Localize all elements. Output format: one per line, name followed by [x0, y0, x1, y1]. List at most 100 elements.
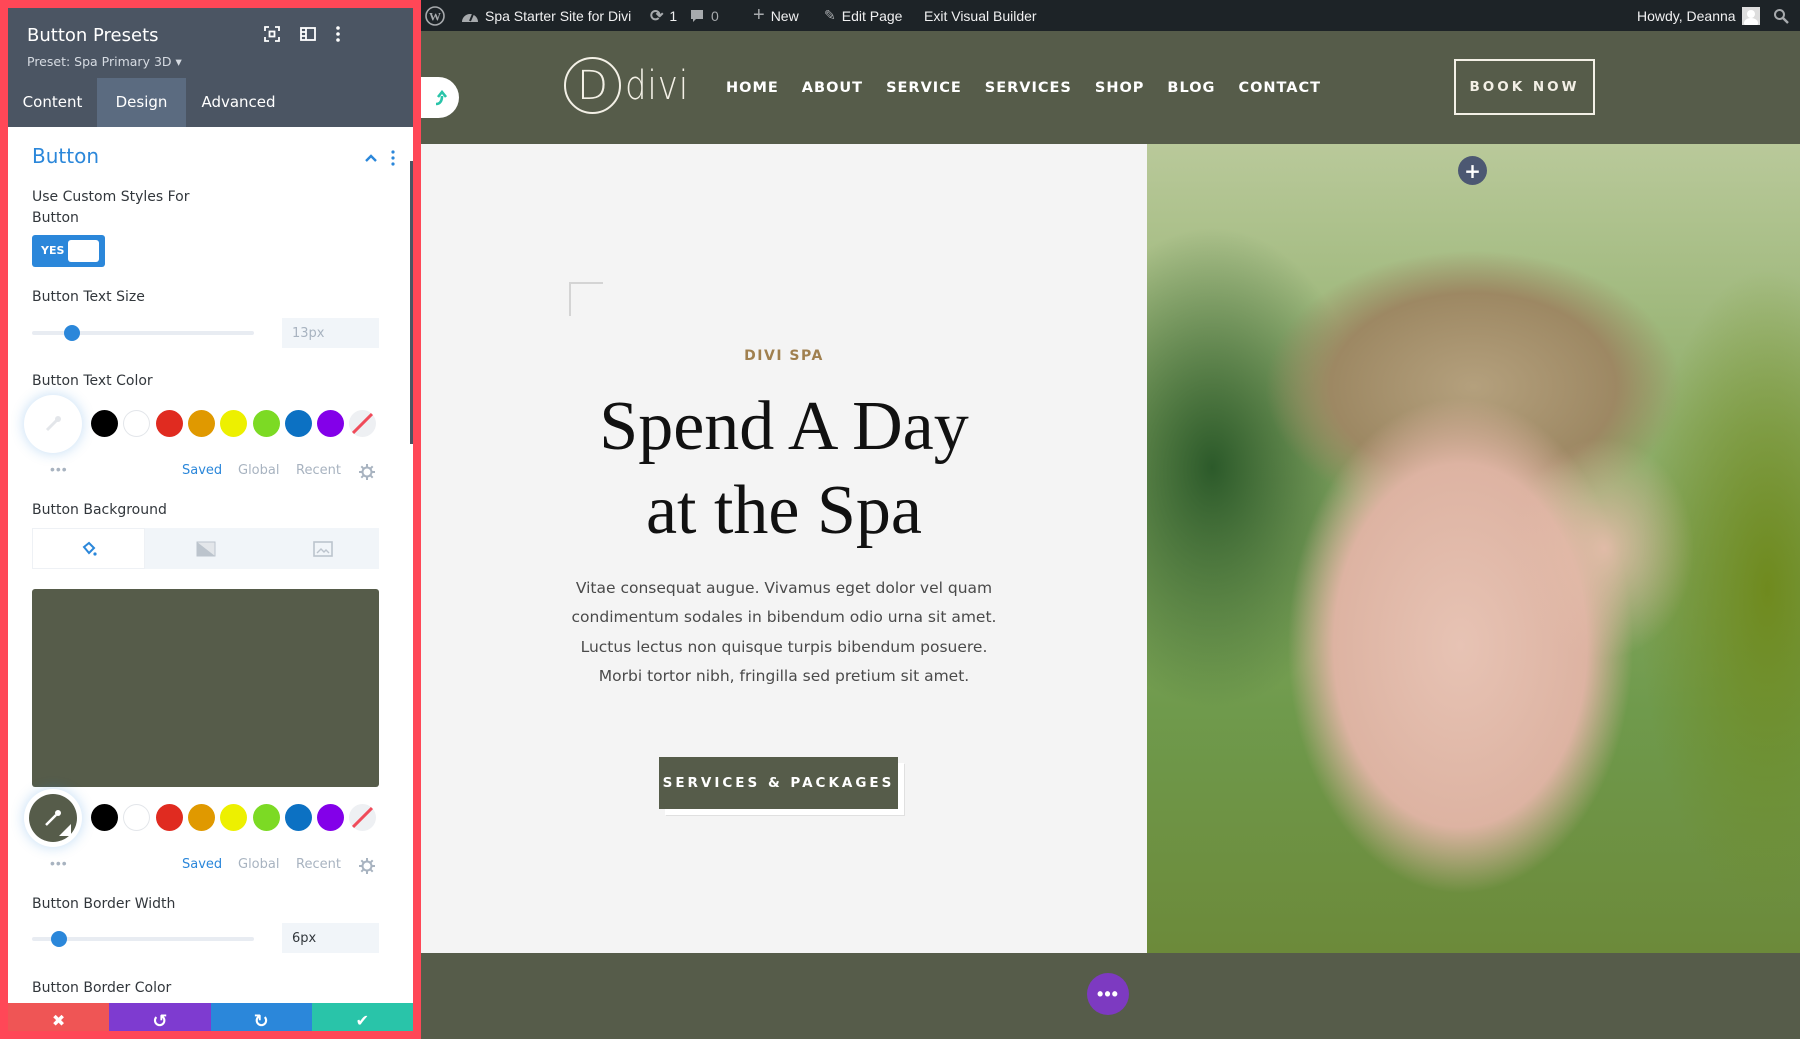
nav-about[interactable]: ABOUT — [802, 80, 863, 96]
toggle-yes-label: YES — [41, 244, 65, 257]
color-swatch[interactable] — [284, 804, 312, 831]
nav-blog[interactable]: BLOG — [1167, 80, 1215, 96]
nav-contact[interactable]: CONTACT — [1238, 80, 1321, 96]
border-width-input[interactable] — [282, 923, 379, 953]
palette-tab-saved[interactable]: Saved — [182, 857, 222, 872]
color-swatch[interactable] — [284, 410, 312, 437]
palette-tab-global[interactable]: Global — [238, 463, 279, 478]
caret-down-icon: ▾ — [175, 54, 182, 69]
section-menu-icon[interactable] — [390, 149, 396, 167]
more-options-icon[interactable] — [328, 24, 348, 44]
toggle-knob — [68, 240, 99, 262]
gradient-icon — [196, 541, 215, 556]
color-swatch[interactable] — [91, 804, 118, 831]
color-swatch[interactable] — [252, 804, 280, 831]
color-swatch[interactable] — [91, 410, 118, 437]
builder-more-button[interactable]: ••• — [1087, 973, 1129, 1015]
border-width-slider-handle[interactable] — [51, 931, 67, 947]
border-width-label: Button Border Width — [32, 896, 176, 912]
panel-scrollbar[interactable] — [410, 161, 413, 444]
redo-icon: ↻ — [253, 1010, 269, 1031]
account-menu[interactable]: Howdy, Deanna — [1637, 0, 1760, 31]
palette-tab-recent[interactable]: Recent — [296, 463, 341, 478]
color-swatch[interactable] — [317, 804, 345, 831]
book-now-button[interactable]: BOOK NOW — [1454, 59, 1595, 115]
comments-link[interactable]: 0 — [689, 0, 719, 31]
chevron-up-icon[interactable] — [364, 151, 378, 165]
color-swatch[interactable] — [123, 410, 151, 437]
panel-tabs: Content Design Advanced — [8, 78, 413, 127]
swatch-transparent[interactable] — [349, 804, 377, 831]
wordpress-icon: W — [425, 5, 445, 26]
avatar — [1741, 6, 1760, 25]
panel-title: Button Presets — [27, 25, 159, 46]
site-logo[interactable]: D divi — [564, 57, 700, 114]
updates-count: 1 — [669, 7, 678, 24]
nav-service[interactable]: SERVICE — [886, 80, 962, 96]
text-size-label: Button Text Size — [32, 289, 145, 305]
comment-icon — [691, 9, 703, 22]
color-swatch[interactable] — [220, 804, 248, 831]
services-packages-button[interactable]: SERVICES & PACKAGES — [659, 757, 898, 809]
site-name-link[interactable]: Spa Starter Site for Divi — [461, 0, 631, 31]
color-swatch[interactable] — [220, 410, 248, 437]
tab-content[interactable]: Content — [8, 78, 97, 127]
color-swatch[interactable] — [187, 804, 215, 831]
redo-button[interactable]: ↻ — [210, 1003, 312, 1031]
custom-styles-toggle[interactable]: YES — [32, 235, 105, 267]
text-size-input[interactable] — [282, 318, 379, 348]
border-color-label: Button Border Color — [32, 980, 172, 996]
bg-tab-color[interactable] — [32, 528, 145, 569]
color-swatch[interactable] — [187, 410, 215, 437]
new-label: New — [770, 7, 799, 24]
hero-body: Vitae consequat augue. Vivamus eget dolo… — [571, 579, 997, 685]
swatch-transparent[interactable] — [349, 410, 377, 437]
preset-dropdown[interactable]: Preset: Spa Primary 3D ▾ — [27, 54, 182, 69]
add-module-button[interactable]: + — [1458, 156, 1487, 185]
exit-builder-label: Exit Visual Builder — [924, 7, 1037, 24]
search-button[interactable] — [1773, 0, 1789, 31]
arrow-turn-icon — [435, 89, 447, 105]
exit-visual-builder-link[interactable]: Exit Visual Builder — [924, 0, 1037, 31]
hero-headline-line1: Spend A Day — [599, 388, 969, 465]
tab-advanced[interactable]: Advanced — [186, 78, 291, 127]
bg-tab-gradient[interactable] — [149, 528, 262, 569]
background-label: Button Background — [32, 502, 167, 518]
logo-wordmark: divi — [625, 62, 690, 109]
palette-tab-saved[interactable]: Saved — [182, 463, 222, 478]
color-swatch[interactable] — [155, 804, 183, 831]
section-title[interactable]: Button — [32, 144, 99, 168]
palette-settings-icon[interactable] — [359, 858, 375, 874]
hero-eyebrow: DIVI SPA — [744, 348, 824, 364]
background-color-picker[interactable] — [29, 794, 77, 842]
color-swatch[interactable] — [252, 410, 280, 437]
nav-services[interactable]: SERVICES — [985, 80, 1072, 96]
tab-design[interactable]: Design — [97, 78, 186, 127]
new-content-link[interactable]: + New — [753, 0, 799, 31]
color-swatch[interactable] — [155, 410, 183, 437]
background-color-more[interactable]: ••• — [50, 855, 68, 871]
text-size-slider-handle[interactable] — [64, 325, 80, 341]
color-swatch[interactable] — [317, 410, 345, 437]
nav-home[interactable]: HOME — [726, 80, 779, 96]
save-button[interactable]: ✔ — [311, 1003, 413, 1031]
split-view-icon[interactable] — [298, 24, 318, 44]
palette-tab-recent[interactable]: Recent — [296, 857, 341, 872]
nav-shop[interactable]: SHOP — [1095, 80, 1145, 96]
palette-tab-global[interactable]: Global — [238, 857, 279, 872]
comments-count: 0 — [711, 7, 719, 24]
background-color-preview[interactable] — [32, 589, 379, 787]
bg-tab-image[interactable] — [266, 528, 379, 569]
wp-logo-button[interactable]: W — [425, 0, 445, 31]
edit-page-link[interactable]: ✎ Edit Page — [824, 0, 902, 31]
text-color-more[interactable]: ••• — [50, 461, 68, 477]
main-nav: HOME ABOUT SERVICE SERVICES SHOP BLOG CO… — [726, 31, 1344, 144]
text-color-picker[interactable] — [29, 400, 77, 448]
fullscreen-icon[interactable] — [262, 24, 282, 44]
undo-button[interactable]: ↺ — [109, 1003, 211, 1031]
discard-button[interactable]: ✖ — [8, 1003, 110, 1031]
decorative-corner — [569, 282, 603, 316]
color-swatch[interactable] — [123, 804, 151, 831]
updates-link[interactable]: ⟳ 1 — [650, 0, 677, 31]
palette-settings-icon[interactable] — [359, 464, 375, 480]
